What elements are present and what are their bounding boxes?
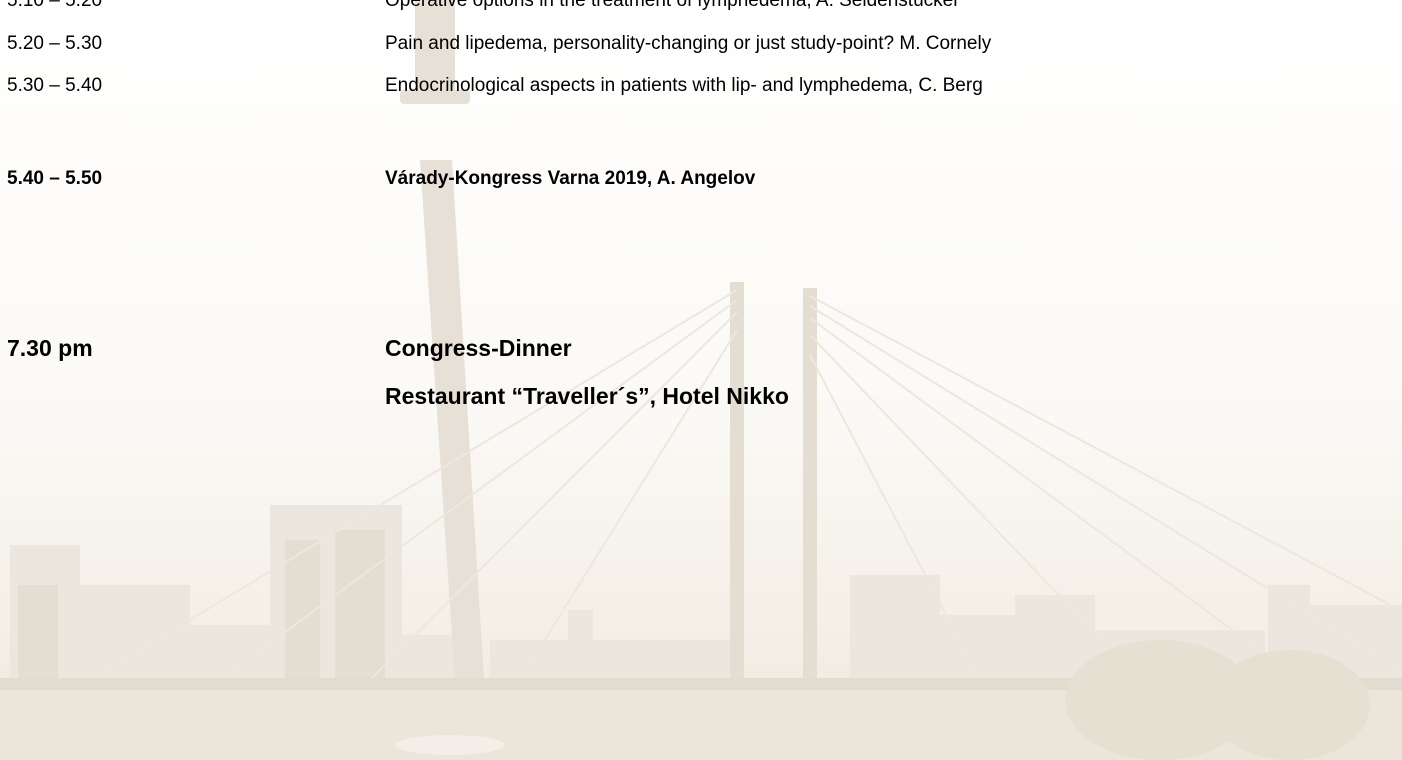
session-title: Endocrinological aspects in patients wit… xyxy=(385,75,983,96)
highlight-time: 5.40 – 5.50 xyxy=(7,168,103,189)
dinner-title: Congress-Dinner xyxy=(385,335,572,361)
session-time: 5.10 – 5.20 xyxy=(7,0,103,11)
session-time: 5.20 – 5.30 xyxy=(7,33,103,54)
session-time: 5.30 – 5.40 xyxy=(7,75,103,96)
session-title: Operative options in the treatment of ly… xyxy=(385,0,960,11)
skyline-background-image xyxy=(0,0,1402,760)
dinner-time: 7.30 pm xyxy=(7,335,93,361)
session-title: Pain and lipedema, personality-changing … xyxy=(385,33,992,54)
dinner-venue: Restaurant “Traveller´s”, Hotel Nikko xyxy=(385,383,789,409)
highlight-title: Várady-Kongress Varna 2019, A. Angelov xyxy=(385,168,756,189)
